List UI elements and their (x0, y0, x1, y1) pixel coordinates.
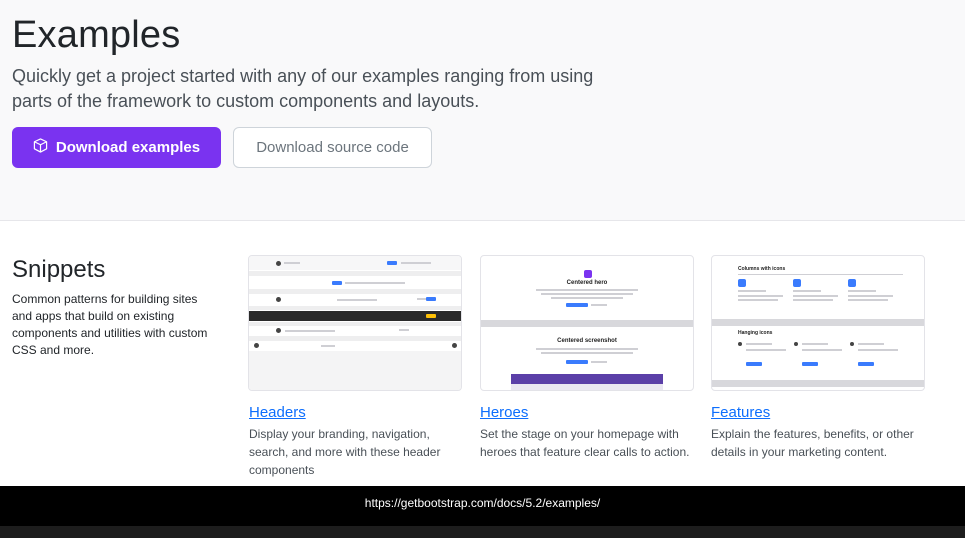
features-thumbnail[interactable]: Columns with icons Hanging icons (711, 255, 925, 391)
page-lead: Quickly get a project started with any o… (12, 66, 594, 111)
heroes-text: Set the stage on your homepage with hero… (480, 427, 690, 459)
headers-link[interactable]: Headers (249, 404, 306, 421)
snippets-description: Common patterns for building sites and a… (12, 292, 208, 357)
hanging-icons-label: Hanging icons (738, 330, 773, 336)
page-title: Examples (12, 14, 181, 56)
features-text: Explain the features, benefits, or other… (711, 427, 914, 459)
snippets-title: Snippets (12, 256, 106, 283)
download-examples-button[interactable]: Download examples (12, 127, 221, 168)
centered-screenshot-label: Centered screenshot (557, 338, 617, 344)
centered-hero-label: Centered hero (566, 280, 608, 286)
download-source-button[interactable]: Download source code (233, 127, 432, 168)
examples-hero: Examples Quickly get a project started w… (0, 0, 965, 221)
box-icon (33, 138, 48, 157)
headers-text: Display your branding, navigation, searc… (249, 427, 441, 477)
heroes-link[interactable]: Heroes (480, 404, 528, 421)
url-overlay-text: https://getbootstrap.com/docs/5.2/exampl… (364, 496, 601, 510)
download-examples-label: Download examples (55, 139, 201, 156)
headers-thumbnail[interactable] (248, 255, 462, 391)
bottom-strip (0, 526, 965, 538)
features-link[interactable]: Features (711, 404, 770, 421)
columns-with-icons-label: Columns with icons (738, 266, 786, 272)
heroes-thumbnail[interactable]: Centered hero Centered screenshot (480, 255, 694, 391)
